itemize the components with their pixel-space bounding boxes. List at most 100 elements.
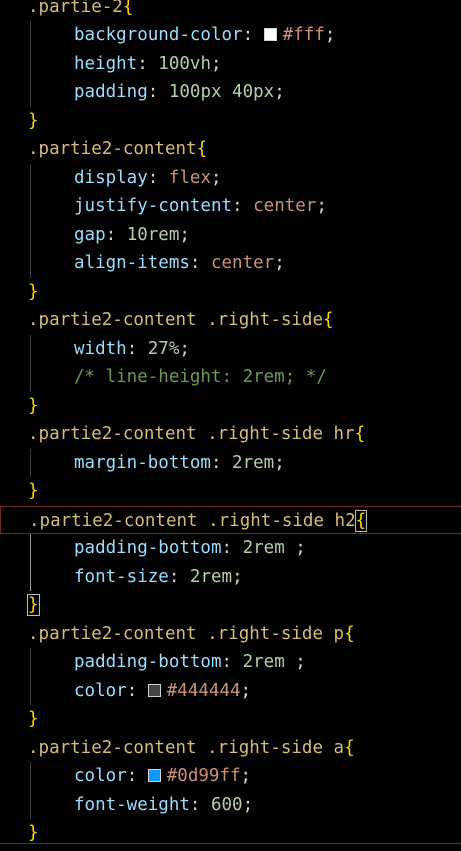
css-value: 100vh <box>158 53 211 74</box>
semicolon: ; <box>242 794 254 815</box>
color-swatch-icon[interactable] <box>263 28 277 41</box>
code-line[interactable]: background-color: #fff; <box>0 21 461 50</box>
colon: : <box>210 452 233 473</box>
css-value: 100px 40px <box>168 82 275 102</box>
css-selector: .partie2-content <box>28 139 197 159</box>
css-comment: /* line-height: 2rem; */ <box>74 367 327 387</box>
semicolon: ; <box>295 538 306 558</box>
css-value: 2rem <box>242 538 296 558</box>
css-value: 2rem <box>189 566 233 587</box>
code-line[interactable]: .partie2-content .right-side{ <box>0 306 461 335</box>
code-line[interactable]: padding-bottom: 2rem ; <box>0 534 461 563</box>
code-line[interactable]: } <box>0 477 461 506</box>
colon: : <box>242 25 264 45</box>
css-value: flex <box>168 167 211 188</box>
semicolon: ; <box>232 566 243 587</box>
css-property: padding <box>74 82 148 102</box>
code-line[interactable]: } <box>0 107 461 136</box>
colon: : <box>232 196 254 216</box>
semicolon: ; <box>211 167 222 188</box>
code-editor[interactable]: .partie-2{background-color: #fff; height:… <box>0 0 461 850</box>
indent-guide <box>30 21 31 107</box>
css-property: font-weight <box>74 794 190 815</box>
css-value: #0d99ff <box>166 766 241 786</box>
code-line[interactable]: width: 27%; <box>0 335 461 364</box>
code-line[interactable]: } <box>0 591 461 620</box>
css-selector: .partie-2 <box>28 0 123 17</box>
open-brace: { <box>354 424 366 444</box>
code-line[interactable]: .partie2-content{ <box>0 135 461 164</box>
semicolon: ; <box>240 766 252 786</box>
semicolon: ; <box>179 338 190 359</box>
code-line[interactable]: padding: 100px 40px; <box>0 78 461 107</box>
code-line[interactable]: .partie2-content .right-side h2{ <box>0 505 461 534</box>
color-swatch-icon[interactable] <box>147 769 161 782</box>
code-line[interactable]: gap: 10rem; <box>0 221 461 250</box>
code-line[interactable]: /* line-height: 2rem; */ <box>0 363 461 392</box>
css-property: color <box>74 680 127 701</box>
css-value: center <box>210 253 275 273</box>
code-line[interactable]: height: 100vh; <box>0 50 461 79</box>
close-brace: } <box>28 823 39 843</box>
code-line[interactable]: .partie2-content .right-side hr{ <box>0 420 461 449</box>
close-brace: } <box>28 281 39 302</box>
semicolon: ; <box>274 253 285 273</box>
semicolon: ; <box>295 652 306 672</box>
css-selector: .partie2-content .right-side h2 <box>29 510 356 531</box>
code-line[interactable]: color: #444444; <box>0 677 461 706</box>
semicolon: ; <box>240 680 252 701</box>
color-swatch-icon[interactable] <box>147 683 161 697</box>
css-selector: .partie2-content .right-side a <box>28 737 345 758</box>
css-property: display <box>74 167 148 188</box>
code-line[interactable]: align-items: center; <box>0 249 461 278</box>
code-line[interactable]: .partie2-content .right-side a{ <box>0 734 461 763</box>
code-line[interactable]: .partie-2{ <box>0 0 461 21</box>
css-property: font-size <box>74 566 169 587</box>
indent-guide <box>30 334 31 392</box>
indent-guide <box>30 762 31 819</box>
code-line[interactable]: justify-content: center; <box>0 192 461 221</box>
open-brace: { <box>196 139 208 159</box>
close-brace: } <box>28 395 39 416</box>
css-property: padding-bottom <box>74 652 222 672</box>
code-line[interactable]: display: flex; <box>0 164 461 193</box>
code-line[interactable]: font-size: 2rem; <box>0 563 461 592</box>
colon: : <box>147 167 169 188</box>
semicolon: ; <box>210 53 222 74</box>
open-brace: { <box>323 310 334 330</box>
indent-guide <box>30 163 31 278</box>
css-property: color <box>74 766 127 786</box>
close-brace: } <box>28 709 39 729</box>
css-value: #444444 <box>166 680 241 701</box>
semicolon: ; <box>316 196 327 216</box>
colon: : <box>126 766 148 786</box>
css-property: width <box>74 338 127 359</box>
css-property: background-color <box>74 25 243 45</box>
code-line[interactable]: font-weight: 600; <box>0 791 461 820</box>
open-brace: { <box>122 0 134 17</box>
code-line[interactable]: .partie2-content .right-side p{ <box>0 620 461 649</box>
code-line[interactable]: padding-bottom: 2rem ; <box>0 648 461 677</box>
code-line[interactable]: } <box>0 392 461 421</box>
open-brace: { <box>344 623 355 644</box>
css-property: align-items <box>74 253 190 273</box>
code-line[interactable]: } <box>0 705 461 734</box>
colon: : <box>105 224 127 245</box>
css-property: justify-content <box>74 196 233 216</box>
close-brace: } <box>28 481 39 501</box>
css-value: 2rem <box>242 652 296 672</box>
colon: : <box>126 338 148 359</box>
colon: : <box>168 566 190 587</box>
code-line[interactable]: color: #0d99ff; <box>0 762 461 791</box>
indent-guide <box>30 448 31 477</box>
css-value: 600 <box>210 794 243 815</box>
css-property: margin-bottom <box>74 452 211 473</box>
colon: : <box>189 794 211 815</box>
open-brace: { <box>344 737 355 758</box>
code-line[interactable]: } <box>0 278 461 307</box>
close-brace: } <box>28 110 39 131</box>
colon: : <box>221 538 243 558</box>
semicolon: ; <box>179 224 190 245</box>
code-line[interactable]: margin-bottom: 2rem; <box>0 449 461 478</box>
indent-guide <box>30 648 31 705</box>
